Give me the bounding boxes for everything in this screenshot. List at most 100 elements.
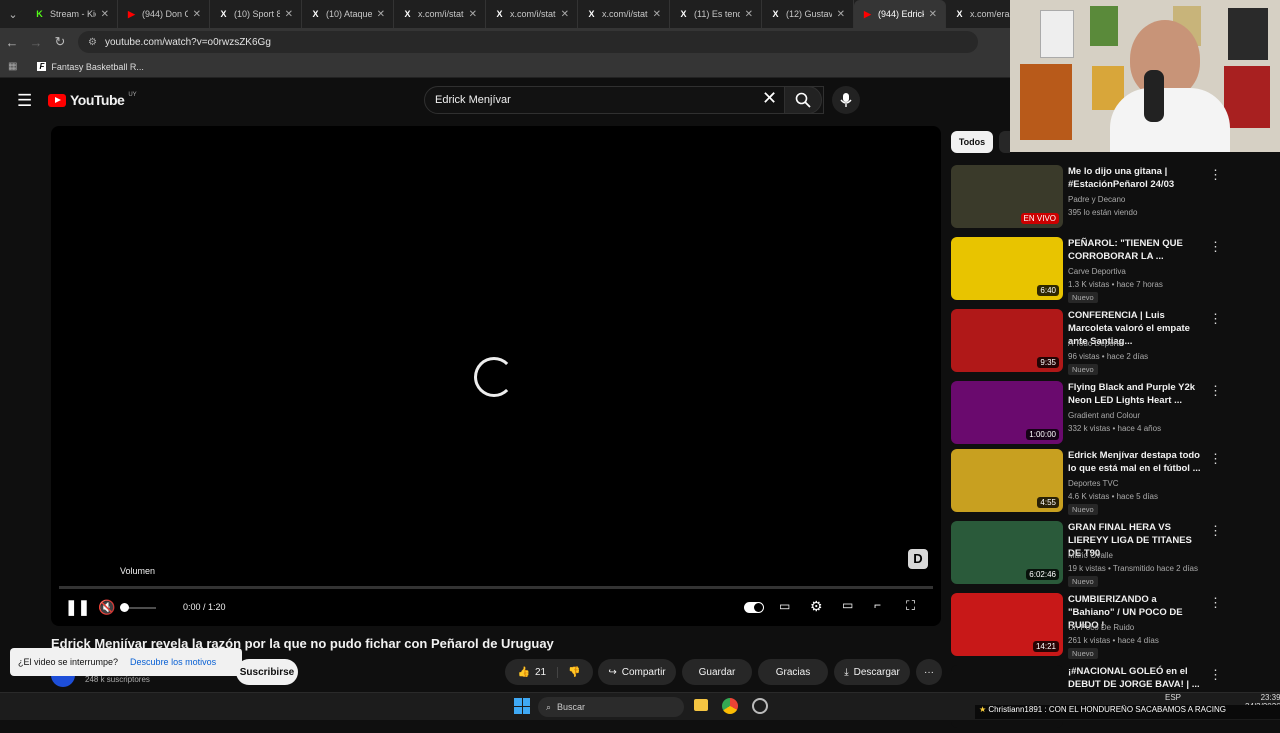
youtube-logo[interactable]: YouTube UY — [48, 92, 137, 108]
more-options-icon[interactable]: ⋮ — [1209, 167, 1222, 183]
more-options-icon[interactable]: ⋮ — [1209, 451, 1222, 467]
download-icon: ⤓ — [844, 666, 849, 678]
taskbar-search[interactable]: ⌕ Buscar — [538, 697, 684, 717]
browser-tab[interactable]: ▶ (944) Don O ✕ — [118, 0, 210, 28]
pause-icon[interactable]: ❚❚ — [65, 598, 90, 616]
apps-icon[interactable]: ▦ — [8, 61, 17, 72]
fullscreen-icon[interactable]: ⛶ — [906, 598, 915, 614]
tab-close-icon[interactable]: ✕ — [193, 9, 201, 20]
tab-close-icon[interactable]: ✕ — [469, 9, 477, 20]
search-button[interactable] — [784, 86, 822, 114]
tab-close-icon[interactable]: ✕ — [929, 9, 937, 20]
subtitles-icon[interactable]: ▭ — [779, 599, 790, 613]
sidebar-video[interactable]: 1:00:00 Flying Black and Purple Y2k Neon … — [951, 381, 1251, 449]
site-info-icon[interactable]: ⚙ — [88, 37, 97, 48]
video-thumbnail[interactable]: 1:00:00 — [951, 381, 1063, 444]
video-channel[interactable]: Mario Ovalle — [1068, 551, 1113, 560]
browser-tab[interactable]: Xx.com/i/stat ✕ — [394, 0, 486, 28]
video-thumbnail[interactable]: EN VIVO — [951, 165, 1063, 228]
save-button[interactable]: Guardar — [682, 659, 752, 685]
app-icon[interactable] — [752, 698, 768, 714]
browser-tab[interactable]: Xx.com/i/stat ✕ — [486, 0, 578, 28]
tab-search-icon[interactable]: ⌄ — [0, 8, 26, 21]
progress-bar[interactable] — [59, 586, 933, 589]
browser-tab[interactable]: X (11) Es tend ✕ — [670, 0, 762, 28]
cast-icon[interactable]: ⌐ — [874, 598, 881, 612]
sidebar-video[interactable]: 6:02:46 GRAN FINAL HERA VS LIEREYY LIGA D… — [951, 521, 1251, 589]
like-icon[interactable]: 👍 — [517, 667, 529, 678]
browser-tab[interactable]: Xx.com/i/stat ✕ — [578, 0, 670, 28]
windows-start-icon[interactable] — [514, 698, 530, 714]
tab-close-icon[interactable]: ✕ — [285, 9, 293, 20]
sidebar-video[interactable]: 4:55 Edrick Menjívar destapa todo lo que … — [951, 449, 1251, 517]
toast-link[interactable]: Descubre los motivos — [130, 657, 216, 667]
video-thumbnail[interactable]: 6:02:46 — [951, 521, 1063, 584]
video-thumbnail[interactable]: 6:40 — [951, 237, 1063, 300]
video-channel[interactable]: A Todo Deporte — [1068, 339, 1123, 348]
video-meta: 19 k vistas • Transmitido hace 2 días — [1068, 564, 1198, 573]
channel-watermark-icon[interactable]: D — [908, 549, 928, 569]
more-options-icon[interactable]: ⋮ — [1209, 311, 1222, 327]
reload-icon[interactable]: ↻ — [48, 34, 72, 50]
more-actions-button[interactable]: ··· — [916, 659, 942, 685]
thanks-button[interactable]: Gracias — [758, 659, 828, 685]
tab-close-icon[interactable]: ✕ — [653, 9, 661, 20]
tab-close-icon[interactable]: ✕ — [377, 9, 385, 20]
subscribe-button[interactable]: Suscribirse — [236, 659, 298, 685]
chip-todos[interactable]: Todos — [951, 131, 993, 153]
sidebar-video[interactable]: 9:35 CONFERENCIA | Luis Marcoleta valoró … — [951, 309, 1251, 377]
chrome-icon[interactable] — [722, 698, 738, 714]
new-badge: Nuevo — [1068, 576, 1098, 587]
browser-tab[interactable]: ▶ (944) Edrick ✕ — [854, 0, 946, 28]
share-button[interactable]: ↪ Compartir — [598, 659, 676, 685]
video-title[interactable]: Flying Black and Purple Y2k Neon LED Lig… — [1068, 381, 1203, 407]
like-count: 21 — [534, 666, 547, 678]
bookmark-item[interactable]: F Fantasy Basketball R... — [37, 62, 144, 72]
video-channel[interactable]: Un Poco De Ruido — [1068, 623, 1134, 632]
settings-gear-icon[interactable]: ⚙ — [810, 598, 823, 615]
video-thumbnail[interactable]: 14:21 — [951, 593, 1063, 656]
clear-search-icon[interactable]: ✕ — [762, 88, 777, 109]
sidebar-video[interactable]: 6:40 PEÑAROL: "TIENEN QUE CORROBORAR LA .… — [951, 237, 1251, 305]
browser-tab[interactable]: X (12) Gustavo ✕ — [762, 0, 854, 28]
video-thumbnail[interactable]: 4:55 — [951, 449, 1063, 512]
tab-close-icon[interactable]: ✕ — [101, 9, 109, 20]
sidebar-video[interactable]: EN VIVO Me lo dijo una gitana | #Estación… — [951, 165, 1251, 233]
voice-search-button[interactable] — [832, 86, 860, 114]
more-options-icon[interactable]: ⋮ — [1209, 383, 1222, 399]
video-title[interactable]: ¡#NACIONAL GOLEÓ en el DEBUT DE JORGE BA… — [1068, 665, 1203, 691]
more-options-icon[interactable]: ⋮ — [1209, 595, 1222, 611]
chip-next[interactable] — [999, 131, 1010, 153]
address-bar[interactable]: ⚙ youtube.com/watch?v=o0rwzsZK6Gg — [78, 31, 978, 53]
dislike-icon[interactable]: 👎 — [557, 666, 581, 678]
download-button[interactable]: ⤓ Descargar — [834, 659, 910, 685]
browser-tab[interactable]: X (10) Ataque ✕ — [302, 0, 394, 28]
browser-tab[interactable]: X (10) Sport 89 ✕ — [210, 0, 302, 28]
back-icon[interactable]: ← — [0, 35, 24, 50]
file-explorer-icon[interactable] — [694, 699, 708, 711]
video-channel[interactable]: Deportes TVC — [1068, 479, 1119, 488]
more-options-icon[interactable]: ⋮ — [1209, 523, 1222, 539]
video-channel[interactable]: Carve Deportiva — [1068, 267, 1126, 276]
language-indicator[interactable]: ESP — [1165, 693, 1181, 702]
video-meta: 395 lo están viendo — [1068, 208, 1138, 217]
forward-icon[interactable]: → — [24, 35, 48, 50]
tab-close-icon[interactable]: ✕ — [745, 9, 753, 20]
sidebar-video[interactable]: 14:21 CUMBIERIZANDO a "Bahiano" / UN POCO… — [951, 593, 1251, 661]
more-options-icon[interactable]: ⋮ — [1209, 239, 1222, 255]
video-thumbnail[interactable]: 9:35 — [951, 309, 1063, 372]
menu-icon[interactable]: ☰ — [17, 91, 32, 111]
video-channel[interactable]: Padre y Decano — [1068, 195, 1125, 204]
tab-close-icon[interactable]: ✕ — [561, 9, 569, 20]
video-title[interactable]: PEÑAROL: "TIENEN QUE CORROBORAR LA ... — [1068, 237, 1203, 263]
volume-handle[interactable] — [120, 603, 129, 612]
autoplay-toggle[interactable] — [744, 602, 764, 613]
mute-icon[interactable]: 🔇 — [98, 599, 115, 616]
video-title[interactable]: Edrick Menjívar destapa todo lo que está… — [1068, 449, 1203, 475]
browser-tab[interactable]: K Stream - Kick ✕ — [26, 0, 118, 28]
video-channel[interactable]: Gradient and Colour — [1068, 411, 1140, 420]
video-title[interactable]: Me lo dijo una gitana | #EstaciónPeñarol… — [1068, 165, 1203, 191]
tab-close-icon[interactable]: ✕ — [837, 9, 845, 20]
more-options-icon[interactable]: ⋮ — [1209, 667, 1222, 683]
theater-mode-icon[interactable]: ▭ — [842, 598, 853, 612]
